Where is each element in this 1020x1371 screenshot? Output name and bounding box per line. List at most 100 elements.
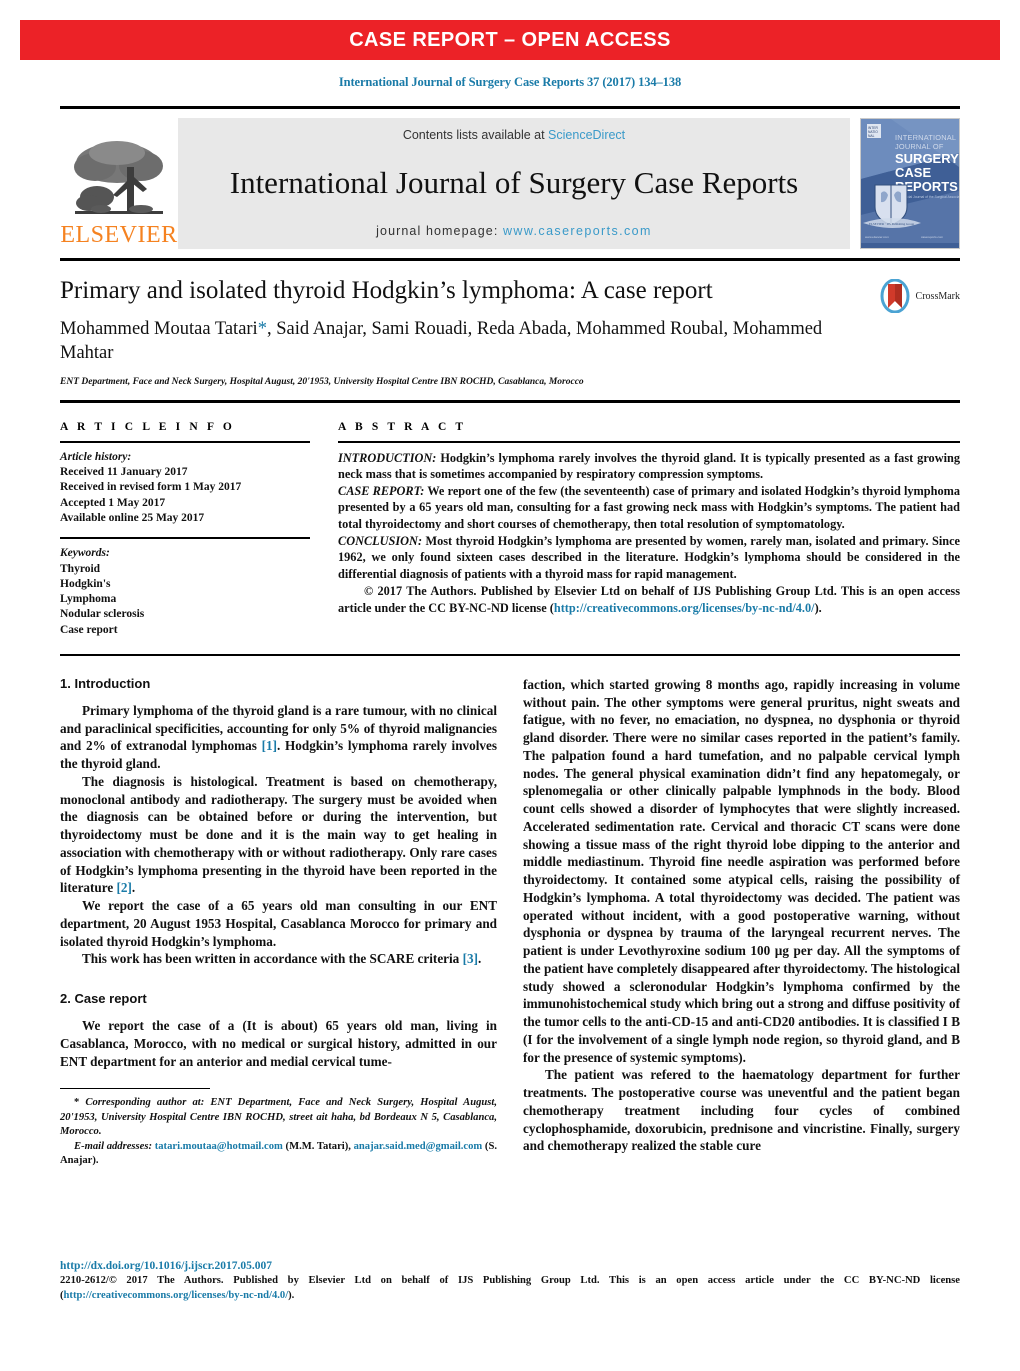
journal-masthead: ELSEVIER Contents lists available at Sci… xyxy=(60,106,960,249)
abstract-intro-label: INTRODUCTION: xyxy=(338,450,437,465)
open-access-banner: CASE REPORT – OPEN ACCESS xyxy=(20,20,1000,60)
article-history-block: Article history: Received 11 January 201… xyxy=(60,450,310,526)
article-info-heading: A R T I C L E I N F O xyxy=(60,420,235,433)
title-bottom-rule xyxy=(60,399,960,403)
abstract-column: A B S T R A C T INTRODUCTION: Hodgkin’s … xyxy=(338,421,960,638)
para-text: This work has been written in accordance… xyxy=(82,951,463,967)
keywords-rule xyxy=(60,537,310,540)
paragraph: The diagnosis is histological. Treatment… xyxy=(60,773,497,897)
email-owner-1: (M.M. Tatari), xyxy=(282,1140,351,1152)
email-footnote: E-mail addresses: tatari.moutaa@hotmail.… xyxy=(60,1140,497,1169)
keyword-item: Nodular sclerosis xyxy=(60,608,145,621)
email-addresses-label: E-mail addresses: xyxy=(74,1140,153,1152)
issn-copyright-line: 2210-2612/© 2017 The Authors. Published … xyxy=(60,1274,960,1304)
page-footer: http://dx.doi.org/10.1016/j.ijscr.2017.0… xyxy=(60,1260,960,1304)
homepage-url-link[interactable]: www.casereports.com xyxy=(503,224,652,238)
email-link-1[interactable]: tatari.moutaa@hotmail.com xyxy=(155,1141,283,1152)
svg-text:NAL: NAL xyxy=(868,134,875,138)
doi-link[interactable]: http://dx.doi.org/10.1016/j.ijscr.2017.0… xyxy=(60,1260,960,1272)
article-info-column: A R T I C L E I N F O Article history: R… xyxy=(60,421,310,638)
footer-cc-license-link[interactable]: http://creativecommons.org/licenses/by-n… xyxy=(64,1290,289,1301)
page-title: Primary and isolated thyroid Hodgkin’s l… xyxy=(60,277,713,304)
body-column-right: faction, which started growing 8 months … xyxy=(523,676,960,1169)
svg-text:casereports.com: casereports.com xyxy=(921,235,944,239)
sciencedirect-link[interactable]: ScienceDirect xyxy=(548,128,625,142)
author-list: Mohammed Moutaa Tatari*, Said Anajar, Sa… xyxy=(60,317,960,365)
cc-license-link[interactable]: http://creativecommons.org/licenses/by-n… xyxy=(554,601,815,615)
svg-text:www.elsevier.com: www.elsevier.com xyxy=(865,235,889,239)
keyword-item: Hodgkin's xyxy=(60,577,111,590)
body-columns: 1. Introduction Primary lymphoma of the … xyxy=(60,676,960,1169)
masthead-center-panel: Contents lists available at ScienceDirec… xyxy=(178,118,850,249)
keyword-item: Case report xyxy=(60,623,118,636)
corresponding-author-marker[interactable]: * xyxy=(258,319,267,339)
abstract-copyright: © 2017 The Authors. Published by Elsevie… xyxy=(338,583,960,616)
keywords-label: Keywords: xyxy=(60,547,110,560)
author-rest: , Said Anajar, Sami Rouadi, Reda Abada, … xyxy=(266,318,729,339)
abstract-heading: A B S T R A C T xyxy=(338,420,467,433)
svg-text:ELSEVIER · IJS Publishing Grou: ELSEVIER · IJS Publishing Group xyxy=(869,222,915,226)
abstract-rule xyxy=(338,440,960,443)
footnote-corresponding-text: Corresponding author at: ENT Department,… xyxy=(60,1097,497,1138)
citation-ref-3[interactable]: [3] xyxy=(463,951,478,966)
abstract-copyright-tail: ). xyxy=(814,600,822,615)
crossmark-icon xyxy=(880,279,910,313)
svg-text:INTERNATIONAL: INTERNATIONAL xyxy=(895,133,956,142)
elsevier-logo: ELSEVIER xyxy=(60,118,178,249)
title-block: CrossMark Primary and isolated thyroid H… xyxy=(60,277,960,387)
abstract-conclusion-text: Most thyroid Hodgkin’s lymphoma are pres… xyxy=(338,533,960,581)
keyword-item: Thyroid xyxy=(60,562,101,575)
elsevier-wordmark: ELSEVIER xyxy=(60,222,178,248)
abstract-case-text: We report one of the few (the seventeent… xyxy=(338,483,961,531)
elsevier-tree-icon xyxy=(74,141,163,214)
paragraph: We report the case of a 65 years old man… xyxy=(60,898,497,949)
citation-ref-2[interactable]: [2] xyxy=(117,880,132,895)
corresponding-author-footnote: * Corresponding author at: ENT Departmen… xyxy=(60,1096,497,1139)
abstract-conclusion-label: CONCLUSION: xyxy=(338,533,423,548)
svg-text:CASE: CASE xyxy=(895,165,931,180)
email-link-2[interactable]: anajar.said.med@gmail.com xyxy=(354,1141,483,1152)
section-heading-case-report: 2. Case report xyxy=(60,991,147,1007)
abstract-bottom-rule xyxy=(60,653,960,656)
history-item: Accepted 1 May 2017 xyxy=(60,496,166,509)
abstract-case-label: CASE REPORT: xyxy=(338,483,425,498)
body-column-left: 1. Introduction Primary lymphoma of the … xyxy=(60,676,497,1169)
history-item: Received 11 January 2017 xyxy=(60,466,188,479)
section-heading-introduction: 1. Introduction xyxy=(60,675,151,691)
issn-copyright-tail: ). xyxy=(288,1289,295,1301)
journal-homepage-line: journal homepage: www.casereports.com xyxy=(376,224,652,238)
svg-text:JOURNAL OF: JOURNAL OF xyxy=(895,142,944,151)
contents-lists-prefix: Contents lists available at xyxy=(402,128,549,142)
para-text-tail: . xyxy=(131,880,136,896)
para-text-tail: . xyxy=(477,951,482,967)
footnote-separator xyxy=(60,1088,210,1090)
paragraph: Primary lymphoma of the thyroid gland is… xyxy=(60,702,497,773)
paragraph: The patient was refered to the haematolo… xyxy=(523,1067,960,1154)
author-primary: Mohammed Moutaa Tatari xyxy=(60,318,258,339)
journal-cover-thumbnail: INTER NATIO NAL INTERNATIONAL JOURNAL OF… xyxy=(860,118,960,249)
history-item: Received in revised form 1 May 2017 xyxy=(60,481,242,494)
crossmark-badge[interactable]: CrossMark xyxy=(878,279,960,313)
paragraph: We report the case of a (It is about) 65… xyxy=(60,1018,497,1069)
info-abstract-region: A R T I C L E I N F O Article history: R… xyxy=(60,421,960,638)
history-item: Available online 25 May 2017 xyxy=(60,511,205,524)
masthead-bottom-rule xyxy=(60,258,960,261)
keywords-block: Keywords: Thyroid Hodgkin's Lymphoma Nod… xyxy=(60,546,310,638)
homepage-prefix: journal homepage: xyxy=(376,224,503,238)
banner-label: CASE REPORT – OPEN ACCESS xyxy=(349,28,671,51)
para-text: The diagnosis is histological. Treatment… xyxy=(60,773,497,896)
article-info-rule xyxy=(60,440,310,443)
journal-cover-art: INTER NATIO NAL INTERNATIONAL JOURNAL OF… xyxy=(861,119,959,243)
article-history-label: Article history: xyxy=(60,450,132,463)
contents-lists-line: Contents lists available at ScienceDirec… xyxy=(403,128,625,142)
keyword-item: Lymphoma xyxy=(60,593,117,606)
svg-text:SURGERY: SURGERY xyxy=(895,151,959,166)
paragraph: faction, which started growing 8 months … xyxy=(523,676,960,1065)
paragraph: This work has been written in accordance… xyxy=(60,950,497,968)
journal-title: International Journal of Surgery Case Re… xyxy=(229,164,799,200)
crossmark-label: CrossMark xyxy=(915,290,960,302)
abstract-text: INTRODUCTION: Hodgkin’s lymphoma rarely … xyxy=(338,450,960,616)
citation-ref-1[interactable]: [1] xyxy=(262,738,277,753)
affiliation: ENT Department, Face and Neck Surgery, H… xyxy=(60,376,584,387)
footnotes-block: * Corresponding author at: ENT Departmen… xyxy=(60,1096,497,1168)
